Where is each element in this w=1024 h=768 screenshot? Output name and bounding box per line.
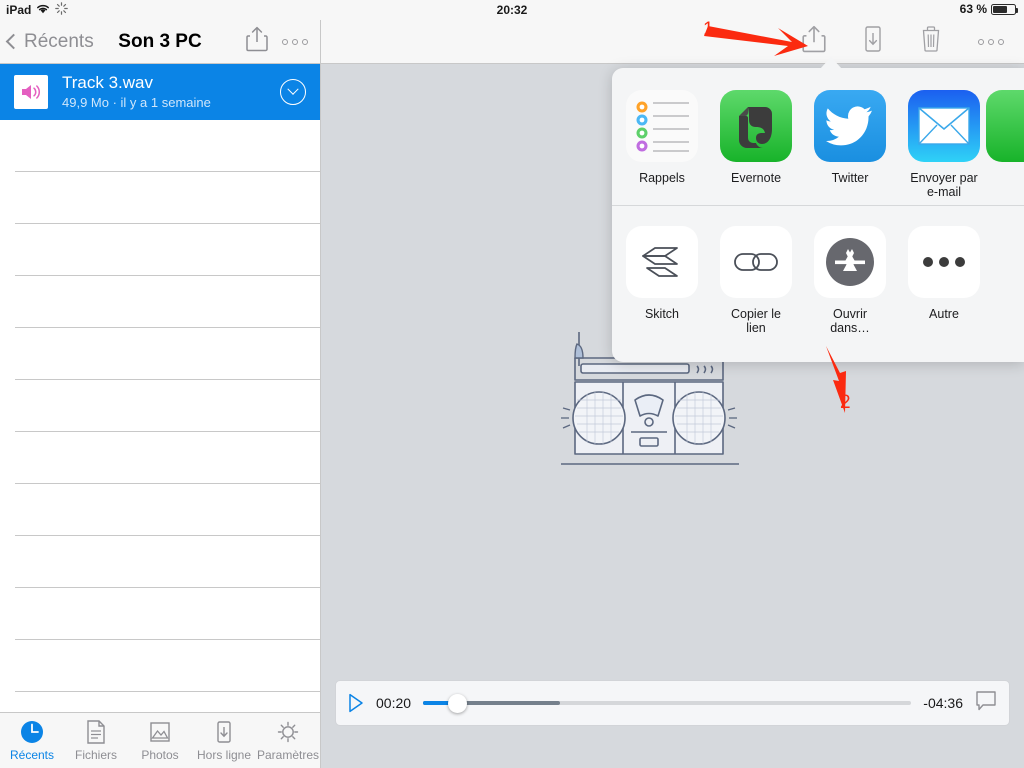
more-options-icon[interactable]	[978, 38, 1004, 45]
annotation-arrow-1	[704, 26, 808, 56]
tab-offline-label: Hors ligne	[196, 748, 252, 762]
play-icon[interactable]	[348, 693, 364, 713]
link-icon	[720, 226, 792, 298]
photo-icon	[150, 722, 170, 742]
share-target-evernote[interactable]: Evernote	[720, 90, 792, 199]
chevron-down-circle-icon[interactable]	[280, 79, 306, 105]
file-meta: Track 3.wav 49,9 Mo · il y a 1 semaine	[62, 73, 280, 111]
share-target-twitter[interactable]: Twitter	[814, 90, 886, 199]
reminders-icon	[626, 90, 698, 162]
document-icon	[87, 720, 105, 744]
chevron-left-icon	[5, 33, 22, 50]
empty-list-row	[15, 380, 320, 432]
status-bar-right: 63 %	[959, 2, 1018, 16]
detail-toolbar	[321, 20, 1024, 64]
empty-list-row	[15, 640, 320, 692]
tab-recents[interactable]: Récents	[0, 719, 64, 762]
audio-speaker-icon	[14, 75, 48, 109]
share-action-open-in[interactable]: Ouvrir dans…	[814, 226, 886, 335]
empty-list-row	[15, 328, 320, 380]
annotation-number-1: 1	[703, 19, 714, 40]
status-bar-clock: 20:32	[496, 3, 528, 17]
tab-files[interactable]: Fichiers	[64, 719, 128, 762]
trash-icon[interactable]	[920, 25, 942, 58]
empty-list-row	[15, 588, 320, 640]
tab-settings[interactable]: Paramètres	[256, 719, 320, 762]
share-action-other[interactable]: Autre	[908, 226, 980, 335]
share-target-email[interactable]: Envoyer par e-mail	[908, 90, 980, 199]
comment-icon[interactable]	[975, 690, 997, 717]
empty-list-row	[15, 172, 320, 224]
offline-download-icon	[217, 721, 231, 743]
mail-icon	[908, 90, 980, 162]
share-target-label: Envoyer par e-mail	[910, 171, 978, 199]
elapsed-time-label: 00:20	[376, 695, 412, 711]
annotation-number-2: 2	[840, 392, 851, 413]
share-action-label: Skitch	[644, 307, 680, 321]
list-item-selected-file[interactable]: Track 3.wav 49,9 Mo · il y a 1 semaine	[0, 64, 320, 120]
tab-photos-label: Photos	[141, 748, 179, 762]
share-target-cutoff[interactable]	[986, 90, 1024, 171]
share-target-rappels[interactable]: Rappels	[626, 90, 698, 199]
empty-list-rows	[0, 120, 320, 744]
back-button-label: Récents	[24, 30, 94, 52]
clock-icon	[21, 721, 43, 743]
file-name-label: Track 3.wav	[62, 73, 154, 92]
share-action-copy-link[interactable]: Copier le lien	[720, 226, 792, 335]
share-action-label: Autre	[929, 307, 959, 321]
sidebar-panel: Récents Son 3 PC Track 3.wav 49,9 Mo · i…	[0, 20, 321, 768]
twitter-icon	[814, 90, 886, 162]
empty-list-row	[15, 224, 320, 276]
skitch-icon	[626, 226, 698, 298]
empty-list-row	[15, 276, 320, 328]
remaining-time-label: -04:36	[923, 695, 963, 711]
tab-offline[interactable]: Hors ligne	[192, 719, 256, 762]
share-target-label: Twitter	[831, 171, 869, 185]
empty-list-row	[15, 484, 320, 536]
share-target-label: Evernote	[730, 171, 782, 185]
share-sheet-row-apps: Rappels Evernote Twitter Envoyer par e-m…	[612, 68, 1024, 199]
battery-icon	[991, 3, 1018, 15]
tab-photos[interactable]: Photos	[128, 719, 192, 762]
ellipsis-icon	[908, 226, 980, 298]
open-in-appstore-icon	[814, 226, 886, 298]
more-options-icon[interactable]	[282, 38, 308, 45]
empty-list-row	[15, 536, 320, 588]
share-sheet-pointer	[820, 57, 842, 69]
tab-files-label: Fichiers	[74, 748, 117, 762]
empty-list-row	[15, 432, 320, 484]
share-sheet-row-actions: Skitch Copier le lien Ouvrir dans… Autre	[612, 205, 1024, 335]
scrubber-knob[interactable]	[448, 693, 468, 713]
empty-list-row	[15, 120, 320, 172]
save-to-device-icon[interactable]	[862, 25, 884, 58]
status-bar: iPad 20:32 63 %	[0, 0, 1024, 20]
share-action-label: Copier le lien	[730, 307, 782, 335]
share-icon[interactable]	[246, 26, 268, 57]
share-target-label: Rappels	[639, 171, 685, 185]
ipad-screen: iPad 20:32 63 % Récents Son 3 PC Track 3…	[0, 0, 1024, 768]
tab-bar: Récents Fichiers Photos Hors ligne Param…	[0, 712, 320, 768]
audio-player-bar: 00:20 -04:36	[335, 680, 1010, 726]
share-action-skitch[interactable]: Skitch	[626, 226, 698, 335]
evernote-icon	[720, 90, 792, 162]
playback-scrubber[interactable]	[423, 693, 912, 713]
cutoff-green-app-icon	[986, 90, 1024, 162]
back-button[interactable]: Récents	[5, 30, 94, 53]
file-details-label: 49,9 Mo · il y a 1 semaine	[62, 95, 211, 110]
sidebar-navbar: Récents Son 3 PC	[0, 20, 320, 64]
tab-recents-label: Récents	[9, 748, 55, 762]
tab-settings-label: Paramètres	[256, 748, 320, 762]
sidebar-nav-actions	[246, 26, 308, 57]
share-sheet: Rappels Evernote Twitter Envoyer par e-m…	[612, 68, 1024, 362]
gear-icon	[277, 721, 299, 743]
share-action-label: Ouvrir dans…	[830, 307, 870, 335]
battery-percent-label: 63 %	[959, 2, 987, 16]
